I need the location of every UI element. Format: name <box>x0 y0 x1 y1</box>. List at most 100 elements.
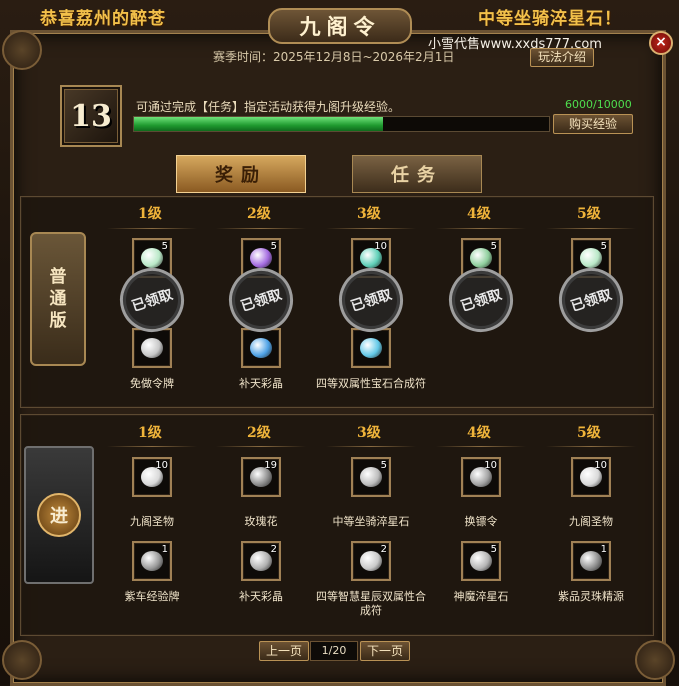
level-divider <box>326 446 416 447</box>
level-divider <box>216 446 306 447</box>
level-label: 3级 <box>357 206 381 222</box>
exp-description: 可通过完成【任务】指定活动获得九阁升级经验。 <box>136 100 401 114</box>
item-count: 1 <box>161 544 168 555</box>
announcement-left: 恭喜荔州的醉苍 <box>40 9 166 29</box>
item-icon <box>470 551 492 571</box>
item-count: 5 <box>490 544 497 555</box>
reward-slot[interactable]: 2 <box>241 541 281 581</box>
level-label: 4级 <box>467 425 491 441</box>
level-divider <box>436 446 526 447</box>
item-icon <box>360 551 382 571</box>
rules-button[interactable]: 玩法介绍 <box>530 48 594 67</box>
level-label: 1级 <box>138 206 162 222</box>
item-name: 四等智慧星辰双属性合成符 <box>316 590 426 617</box>
level-label: 2级 <box>247 206 271 222</box>
level-divider <box>216 228 306 229</box>
item-icon <box>250 248 272 268</box>
item-count: 5 <box>600 241 607 252</box>
level-number: 13 <box>70 98 112 134</box>
item-count: 10 <box>484 460 497 471</box>
season-time: 赛季时间：2025年12月8日~2026年2月1日 <box>213 48 454 65</box>
season-label: 赛季时间： <box>213 50 274 64</box>
item-name: 补天彩晶 <box>239 377 283 390</box>
corner-ornament-icon <box>2 640 42 680</box>
level-divider <box>326 228 416 229</box>
reward-slot[interactable]: 5 <box>461 541 501 581</box>
reward-slot[interactable]: 10 <box>132 457 172 497</box>
item-icon <box>580 248 602 268</box>
item-icon <box>141 551 163 571</box>
item-name: 中等坐骑淬星石 <box>332 515 410 528</box>
corner-ornament-icon <box>635 640 675 680</box>
close-icon[interactable]: × <box>649 31 673 55</box>
item-name: 紫品灵珠精源 <box>558 590 624 603</box>
season-range: 2025年12月8日~2026年2月1日 <box>273 50 455 64</box>
reward-slot[interactable]: 5 <box>132 238 172 278</box>
item-name: 玫瑰花 <box>244 515 278 528</box>
item-count: 10 <box>374 241 387 252</box>
reward-slot[interactable]: 10 <box>461 457 501 497</box>
advanced-track-label: 进 <box>37 493 81 537</box>
tab-rewards[interactable]: 奖励 <box>176 155 306 193</box>
next-page-button[interactable]: 下一页 <box>360 641 410 661</box>
item-count: 1 <box>600 544 607 555</box>
reward-slot[interactable]: 10 <box>351 238 391 278</box>
level-badge: 13 <box>60 85 122 147</box>
page-indicator: 1/20 <box>310 641 358 661</box>
prev-page-button[interactable]: 上一页 <box>259 641 309 661</box>
reward-slot[interactable]: 1 <box>132 541 172 581</box>
item-count: 5 <box>161 241 168 252</box>
advanced-track-badge: 进 <box>24 446 94 584</box>
window-title: 九阁令 <box>268 8 412 44</box>
level-label: 5级 <box>577 206 601 222</box>
item-name: 免做令牌 <box>130 377 174 390</box>
item-name: 九阁圣物 <box>569 515 613 528</box>
exp-value: 6000/10000 <box>565 98 632 111</box>
level-divider <box>107 446 197 447</box>
item-count: 10 <box>594 460 607 471</box>
reward-slot[interactable]: 5 <box>351 457 391 497</box>
reward-slot[interactable]: 5 <box>241 238 281 278</box>
announcement-right: 中等坐骑淬星石！ <box>478 9 622 29</box>
level-divider <box>546 446 636 447</box>
tab-tasks[interactable]: 任务 <box>352 155 482 193</box>
item-count: 5 <box>380 460 387 471</box>
item-icon <box>360 467 382 487</box>
item-count: 2 <box>380 544 387 555</box>
reward-slot[interactable]: 19 <box>241 457 281 497</box>
reward-slot[interactable]: 5 <box>571 238 611 278</box>
item-icon <box>580 551 602 571</box>
item-name: 换镖令 <box>464 515 498 528</box>
item-count: 10 <box>155 460 168 471</box>
reward-slot[interactable]: 10 <box>571 457 611 497</box>
reward-slot[interactable] <box>132 328 172 368</box>
level-label: 1级 <box>138 425 162 441</box>
reward-slot[interactable]: 2 <box>351 541 391 581</box>
item-name: 四等双属性宝石合成符 <box>316 377 426 390</box>
item-count: 19 <box>264 460 277 471</box>
item-name: 补天彩晶 <box>239 590 283 603</box>
level-label: 2级 <box>247 425 271 441</box>
item-icon <box>141 248 163 268</box>
level-divider <box>436 228 526 229</box>
level-divider <box>546 228 636 229</box>
level-divider <box>107 228 197 229</box>
buy-exp-button[interactable]: 购买经验 <box>553 114 633 134</box>
reward-slot[interactable] <box>351 328 391 368</box>
item-icon <box>141 338 163 358</box>
reward-slot[interactable]: 5 <box>461 238 501 278</box>
item-count: 5 <box>490 241 497 252</box>
item-icon <box>250 338 272 358</box>
exp-progress-fill <box>134 117 383 131</box>
reward-slot[interactable]: 1 <box>571 541 611 581</box>
level-label: 4级 <box>467 206 491 222</box>
reward-slot[interactable] <box>241 328 281 368</box>
level-label: 5级 <box>577 425 601 441</box>
normal-track-badge: 普通版 <box>30 232 86 366</box>
exp-progress-bar <box>133 116 550 132</box>
item-name: 九阁圣物 <box>130 515 174 528</box>
item-icon <box>470 248 492 268</box>
item-count: 2 <box>270 544 277 555</box>
item-icon <box>360 338 382 358</box>
level-label: 3级 <box>357 425 381 441</box>
